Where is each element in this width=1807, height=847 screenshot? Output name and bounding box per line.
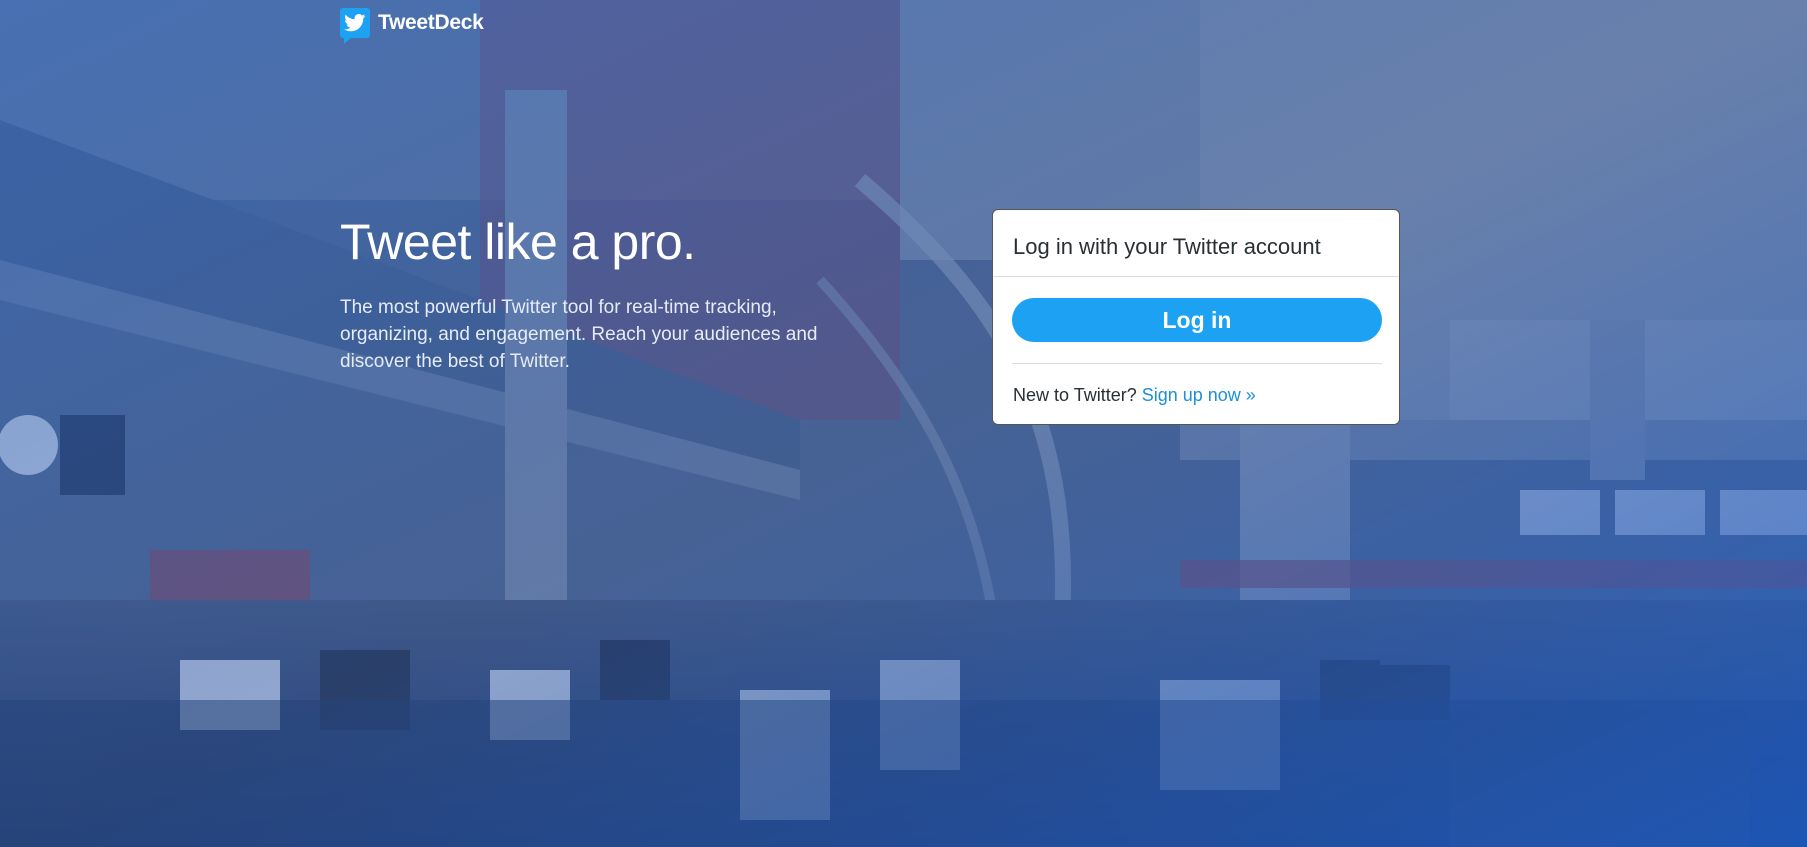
twitter-bird-icon bbox=[340, 8, 370, 44]
signup-prompt: New to Twitter? bbox=[1013, 385, 1137, 405]
hero-title: Tweet like a pro. bbox=[340, 214, 696, 270]
brand-header: TweetDeck bbox=[340, 8, 484, 44]
login-card-title: Log in with your Twitter account bbox=[993, 210, 1399, 277]
signup-link[interactable]: Sign up now » bbox=[1142, 385, 1256, 405]
login-card: Log in with your Twitter account Log in … bbox=[992, 209, 1400, 425]
hero-subtitle: The most powerful Twitter tool for real-… bbox=[340, 297, 818, 372]
background-newsroom-image bbox=[0, 0, 1807, 847]
brand-name: TweetDeck bbox=[378, 11, 484, 34]
login-button[interactable]: Log in bbox=[1012, 298, 1382, 342]
card-divider bbox=[1012, 363, 1382, 364]
signup-row: New to Twitter? Sign up now » bbox=[1013, 385, 1256, 406]
